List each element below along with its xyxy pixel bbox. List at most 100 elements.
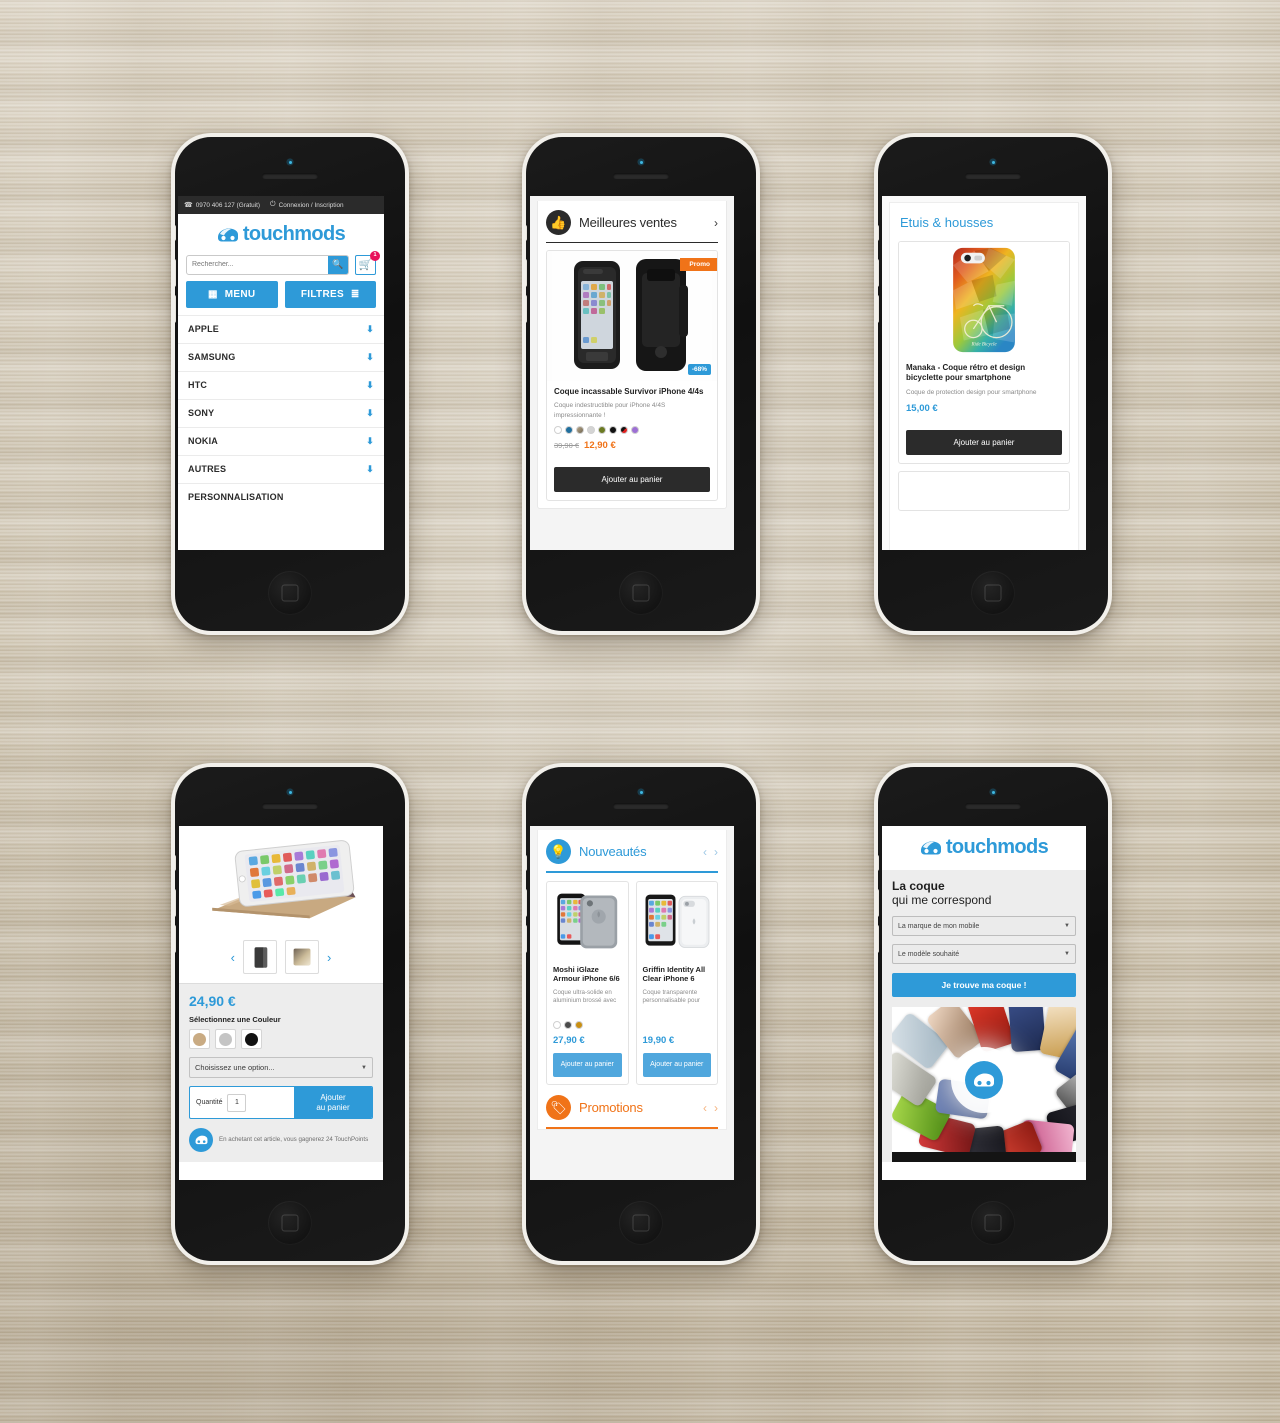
product-card[interactable]: Griffin Identity All Clear iPhone 6 Coqu… — [635, 880, 718, 1086]
swatch-gold[interactable] — [575, 1020, 583, 1029]
sidebar-item-apple[interactable]: APPLE ⬇ — [178, 314, 384, 343]
home-button[interactable] — [268, 1201, 312, 1245]
volume-down-button[interactable] — [526, 295, 527, 323]
caret-down-icon: ▼ — [361, 1064, 367, 1071]
sidebar-item-autres[interactable]: AUTRES ⬇ — [178, 454, 384, 483]
add-to-cart-button[interactable]: Ajouter au panier — [294, 1087, 372, 1118]
thumbnail-2[interactable] — [285, 940, 319, 974]
swatch-purple[interactable] — [631, 426, 639, 435]
add-to-cart-button[interactable]: Ajouter au panier — [906, 430, 1062, 456]
filters-button[interactable]: FILTRES ≣ — [284, 280, 376, 308]
volume-up-button[interactable] — [175, 889, 176, 917]
quantity-label: Quantité — [196, 1099, 223, 1106]
swatch-white[interactable] — [554, 426, 562, 435]
swatch-grey[interactable] — [564, 1020, 572, 1029]
product-image[interactable] — [547, 882, 628, 960]
sidebar-item-htc[interactable]: HTC ⬇ — [178, 370, 384, 399]
home-button[interactable] — [268, 571, 312, 615]
silent-switch[interactable] — [175, 225, 176, 241]
search-input[interactable] — [187, 261, 328, 268]
product-title[interactable]: Manaka - Coque rétro et design bicyclett… — [906, 363, 1062, 384]
search-field-wrap[interactable]: 🔍 — [186, 254, 349, 275]
swatch-grey[interactable] — [587, 426, 595, 435]
product-card-next[interactable] — [898, 471, 1070, 512]
home-button[interactable] — [619, 571, 663, 615]
site-logo[interactable]: touchmods — [920, 836, 1049, 859]
section-title: Promotions — [579, 1100, 643, 1116]
product-image[interactable] — [637, 882, 718, 960]
color-option-beige[interactable] — [189, 1029, 210, 1049]
account-link[interactable]: ⏻ Connexion / Inscription — [270, 201, 344, 209]
chevron-right-icon[interactable]: › — [714, 845, 718, 859]
volume-down-button[interactable] — [175, 295, 176, 323]
silent-switch[interactable] — [526, 855, 527, 871]
find-case-button[interactable]: Je trouve ma coque ! — [892, 973, 1076, 998]
product-title[interactable]: Moshi iGlaze Armour iPhone 6/6 — [553, 965, 622, 985]
nav-label: HTC — [188, 380, 208, 390]
swatch-blue[interactable] — [565, 426, 573, 435]
old-price: 39,90 € — [554, 441, 580, 451]
silent-switch[interactable] — [175, 855, 176, 871]
volume-down-button[interactable] — [175, 925, 176, 953]
sidebar-item-samsung[interactable]: SAMSUNG ⬇ — [178, 342, 384, 371]
color-option-black[interactable] — [241, 1029, 262, 1049]
brand-select[interactable]: La marque de mon mobile ▼ — [892, 916, 1076, 937]
product-image[interactable]: Ride Bicycle — [899, 242, 1069, 357]
volume-up-button[interactable] — [878, 889, 879, 917]
home-button[interactable] — [971, 1201, 1015, 1245]
menu-button[interactable]: ▦ MENU — [186, 280, 278, 308]
sidebar-item-sony[interactable]: SONY ⬇ — [178, 398, 384, 427]
add-to-cart-button[interactable]: Ajouter au panier — [553, 1052, 622, 1078]
swatch-black-red[interactable] — [620, 426, 628, 435]
color-swatches[interactable] — [553, 1020, 622, 1029]
swatch-white[interactable] — [553, 1020, 561, 1029]
section-nav[interactable]: › — [714, 216, 718, 230]
quantity-input[interactable]: 1 — [227, 1093, 247, 1112]
volume-down-button[interactable] — [878, 295, 879, 323]
add-to-cart-button[interactable]: Ajouter au panier — [554, 467, 710, 493]
chevron-left-icon[interactable]: ‹ — [703, 845, 707, 859]
chevron-right-icon[interactable]: › — [714, 1101, 718, 1115]
quantity-stepper[interactable]: Quantité 1 — [190, 1087, 294, 1118]
silent-switch[interactable] — [878, 855, 879, 871]
swatch-camo[interactable] — [576, 426, 584, 435]
product-card[interactable]: Ride Bicycle Manaka - Coque rétro et des… — [898, 241, 1070, 465]
silent-switch[interactable] — [526, 225, 527, 241]
add-to-cart-button[interactable]: Ajouter au panier — [642, 1052, 711, 1078]
thumbnail-1[interactable] — [243, 940, 277, 974]
color-swatches[interactable] — [554, 426, 710, 435]
section-nav[interactable]: ‹ › — [703, 1101, 718, 1115]
cart-button[interactable]: 🛒 1 — [355, 250, 380, 275]
volume-up-button[interactable] — [526, 259, 527, 287]
gallery-main-image[interactable] — [187, 832, 375, 932]
swatch-black[interactable] — [609, 426, 617, 435]
chevron-right-icon[interactable]: › — [714, 216, 718, 230]
phone-number[interactable]: ☎ 0970 406 127 (Gratuit) — [184, 201, 260, 210]
home-button[interactable] — [619, 1201, 663, 1245]
product-image[interactable]: Promo -68% — [547, 251, 717, 381]
section-nav[interactable]: ‹ › — [703, 845, 718, 859]
volume-down-button[interactable] — [526, 925, 527, 953]
silent-switch[interactable] — [878, 225, 879, 241]
home-button[interactable] — [971, 571, 1015, 615]
model-select[interactable]: Le modèle souhaité ▼ — [892, 944, 1076, 965]
sidebar-item-personnalisation[interactable]: PERSONNALISATION — [178, 482, 384, 510]
product-title[interactable]: Coque incassable Survivor iPhone 4/4s — [554, 387, 710, 397]
search-icon[interactable]: 🔍 — [328, 255, 348, 274]
volume-down-button[interactable] — [878, 925, 879, 953]
product-card[interactable]: Promo -68% Coque incassable Survivor iPh… — [546, 250, 718, 502]
site-logo[interactable]: touchmods — [217, 223, 346, 246]
volume-up-button[interactable] — [526, 889, 527, 917]
sidebar-item-nokia[interactable]: NOKIA ⬇ — [178, 426, 384, 455]
chevron-right-icon[interactable]: › — [327, 950, 331, 965]
nav-label: SAMSUNG — [188, 352, 236, 362]
volume-up-button[interactable] — [175, 259, 176, 287]
chevron-left-icon[interactable]: ‹ — [703, 1101, 707, 1115]
product-title[interactable]: Griffin Identity All Clear iPhone 6 — [643, 965, 712, 985]
swatch-olive[interactable] — [598, 426, 606, 435]
product-card[interactable]: Moshi iGlaze Armour iPhone 6/6 Coque ult… — [546, 880, 629, 1086]
color-option-grey[interactable] — [215, 1029, 236, 1049]
volume-up-button[interactable] — [878, 259, 879, 287]
option-select[interactable]: Choisissez une option... ▼ — [189, 1057, 373, 1078]
chevron-left-icon[interactable]: ‹ — [231, 950, 235, 965]
